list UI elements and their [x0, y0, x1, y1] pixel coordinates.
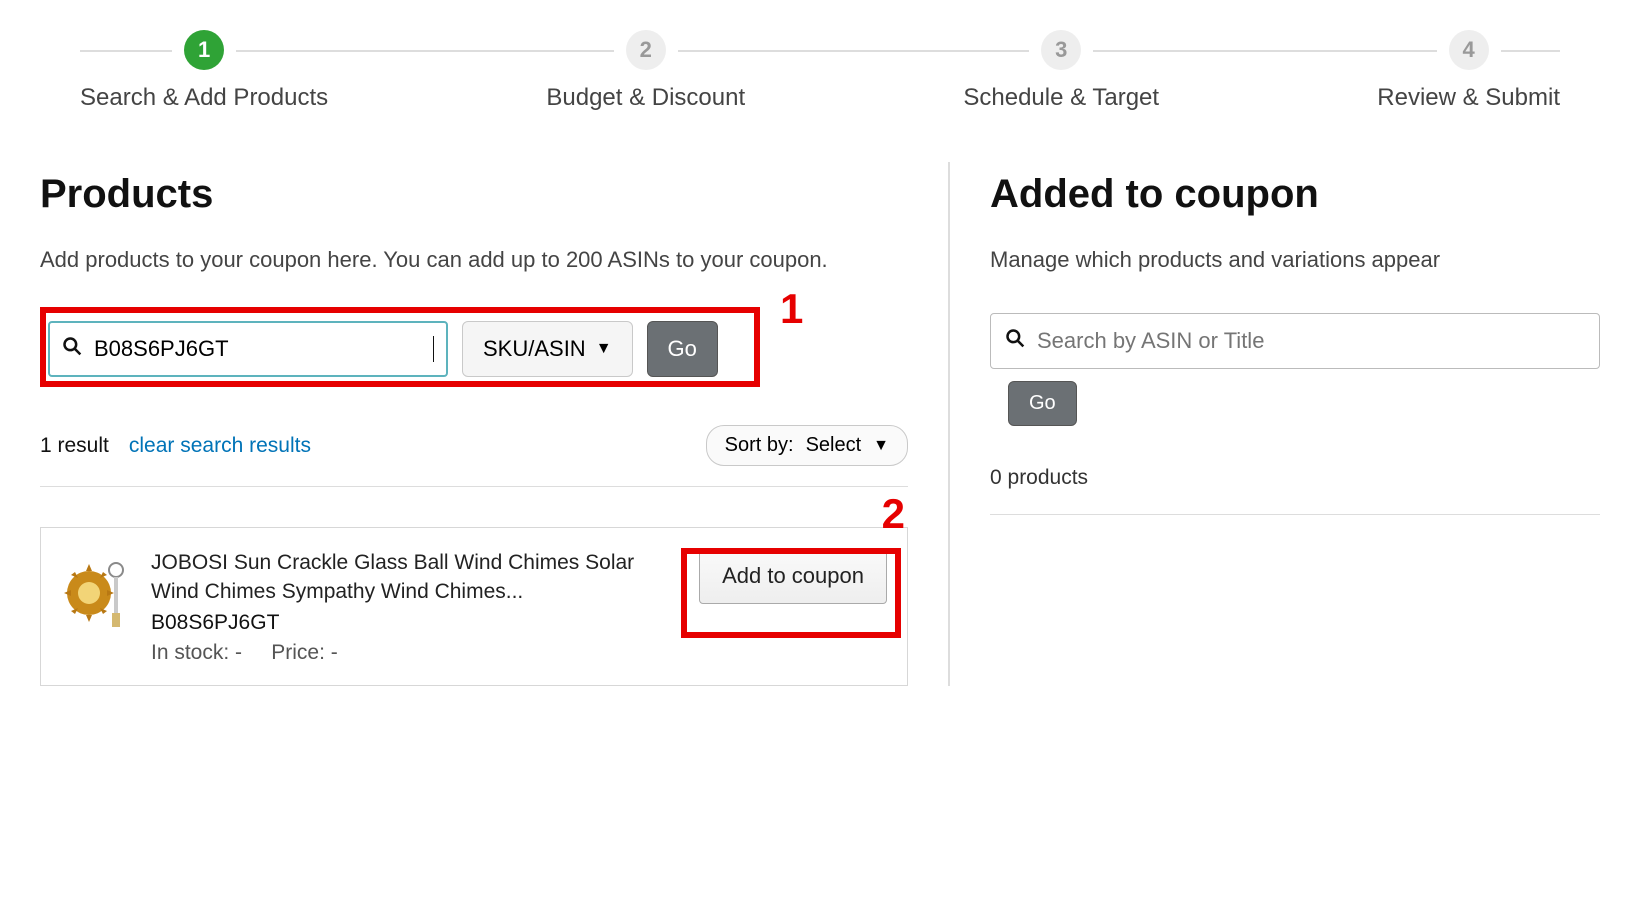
added-subtitle: Manage which products and variations app… — [990, 247, 1600, 273]
coupon-search-input[interactable] — [1035, 327, 1585, 355]
result-count: 1 result — [40, 434, 109, 458]
products-title: Products — [40, 172, 908, 217]
sort-label: Sort by: — [725, 434, 794, 457]
stock-label: In stock: — [151, 641, 229, 664]
chevron-down-icon: ▼ — [596, 340, 612, 358]
annotation-label-1: 1 — [780, 285, 803, 333]
added-to-coupon-panel: Added to coupon Manage which products an… — [950, 162, 1600, 686]
product-card: JOBOSI Sun Crackle Glass Ball Wind Chime… — [40, 527, 908, 686]
product-asin: B08S6PJ6GT — [151, 611, 679, 635]
clear-results-link[interactable]: clear search results — [129, 434, 311, 458]
step-label-3: Schedule & Target — [963, 84, 1159, 112]
annotation-label-2: 2 — [882, 490, 905, 538]
text-cursor — [433, 336, 434, 362]
coupon-products-count: 0 products — [990, 466, 1600, 515]
step-circle-4: 4 — [1449, 30, 1489, 70]
price-value: - — [331, 641, 338, 664]
step-label-2: Budget & Discount — [546, 84, 745, 112]
stepper: 1 Search & Add Products 2 Budget & Disco… — [80, 30, 1560, 112]
search-type-select[interactable]: SKU/ASIN ▼ — [462, 321, 633, 377]
step-search-add[interactable]: 1 Search & Add Products — [80, 30, 328, 112]
sort-value: Select — [806, 434, 862, 457]
coupon-go-button[interactable]: Go — [1008, 381, 1077, 426]
results-divider — [40, 486, 908, 487]
product-meta: In stock: - Price: - — [151, 641, 679, 665]
products-subtitle: Add products to your coupon here. You ca… — [40, 247, 908, 273]
price-label: Price: — [271, 641, 325, 664]
step-circle-3: 3 — [1041, 30, 1081, 70]
search-type-label: SKU/ASIN — [483, 336, 586, 362]
products-panel: Products Add products to your coupon her… — [40, 162, 950, 686]
step-label-1: Search & Add Products — [80, 84, 328, 112]
product-title: JOBOSI Sun Crackle Glass Ball Wind Chime… — [151, 548, 679, 607]
search-go-button[interactable]: Go — [647, 321, 718, 377]
coupon-search-field[interactable] — [990, 313, 1600, 369]
product-thumbnail — [61, 548, 131, 638]
step-circle-1: 1 — [184, 30, 224, 70]
sort-select[interactable]: Sort by: Select ▼ — [706, 425, 908, 466]
step-schedule-target[interactable]: 3 Schedule & Target — [963, 30, 1159, 112]
step-label-4: Review & Submit — [1377, 84, 1560, 112]
step-budget-discount[interactable]: 2 Budget & Discount — [546, 30, 745, 112]
step-review-submit[interactable]: 4 Review & Submit — [1377, 30, 1560, 112]
search-icon — [62, 336, 82, 362]
step-circle-2: 2 — [626, 30, 666, 70]
chevron-down-icon: ▼ — [873, 437, 889, 455]
product-search-row: 1 SKU/ASIN ▼ Go — [40, 313, 908, 385]
product-search-input[interactable] — [92, 335, 433, 363]
search-icon — [1005, 328, 1025, 354]
results-toolbar: 1 result clear search results Sort by: S… — [40, 425, 908, 466]
stock-value: - — [235, 641, 242, 664]
added-title: Added to coupon — [990, 172, 1600, 217]
add-to-coupon-button[interactable]: Add to coupon — [699, 548, 887, 604]
product-search-field[interactable] — [48, 321, 448, 377]
